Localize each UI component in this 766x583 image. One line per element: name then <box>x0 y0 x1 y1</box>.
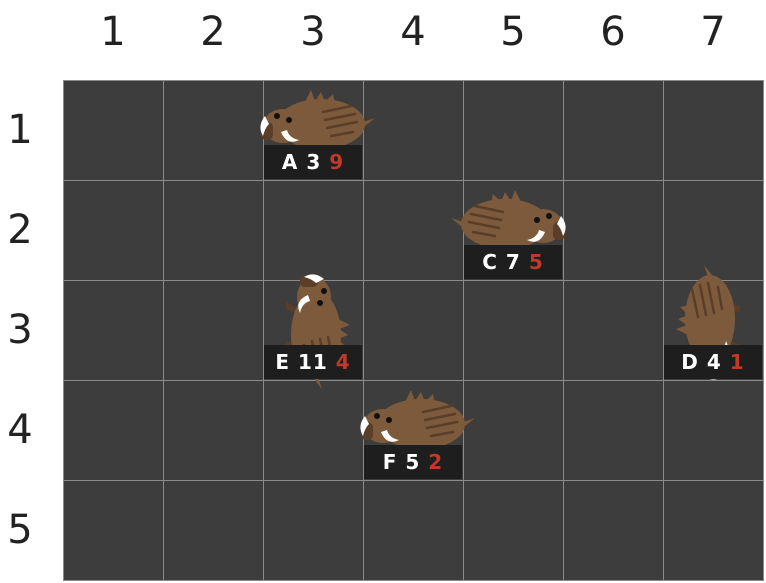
piece-label-E: E 11 4 <box>264 345 362 379</box>
piece-label-D: D 4 1 <box>664 345 762 379</box>
piece-id: D <box>681 350 699 374</box>
piece-id: C <box>482 250 498 274</box>
piece-id: F <box>382 450 398 474</box>
grid-line-horizontal <box>63 480 764 481</box>
game-board[interactable]: A 3 9 C 7 5 E 11 4 D 4 1 F 5 2 <box>63 80 764 581</box>
row-label-3: 3 <box>7 307 33 353</box>
piece-value-secondary: 2 <box>428 450 444 474</box>
column-label-7: 7 <box>700 9 726 55</box>
grid-line-horizontal <box>63 280 764 281</box>
piece-id: A <box>281 150 299 174</box>
grid-line-horizontal <box>63 80 764 81</box>
piece-value-primary: 5 <box>405 450 421 474</box>
piece-value-secondary: 5 <box>528 250 544 274</box>
piece-value-primary: 11 <box>297 350 328 374</box>
piece-value-secondary: 4 <box>335 350 351 374</box>
column-label-1: 1 <box>100 9 126 55</box>
piece-label-A: A 3 9 <box>264 145 362 179</box>
piece-value-primary: 3 <box>306 150 322 174</box>
piece-value-secondary: 9 <box>329 150 345 174</box>
row-label-4: 4 <box>7 407 33 453</box>
piece-label-F: F 5 2 <box>364 445 462 479</box>
row-label-2: 2 <box>7 207 33 253</box>
piece-label-C: C 7 5 <box>464 245 562 279</box>
column-label-6: 6 <box>600 9 626 55</box>
piece-value-primary: 4 <box>706 350 722 374</box>
piece-id: E <box>275 350 290 374</box>
grid-line-vertical <box>63 80 64 581</box>
column-label-2: 2 <box>200 9 226 55</box>
grid-line-horizontal <box>63 180 764 181</box>
grid-line-horizontal <box>63 580 764 581</box>
column-label-3: 3 <box>300 9 326 55</box>
grid-line-vertical <box>463 80 464 581</box>
column-label-4: 4 <box>400 9 426 55</box>
column-label-5: 5 <box>500 9 526 55</box>
row-label-5: 5 <box>7 507 33 553</box>
grid-line-vertical <box>563 80 564 581</box>
piece-value-primary: 7 <box>505 250 521 274</box>
row-label-1: 1 <box>7 107 33 153</box>
grid-line-vertical <box>163 80 164 581</box>
grid-line-horizontal <box>63 380 764 381</box>
piece-value-secondary: 1 <box>729 350 745 374</box>
